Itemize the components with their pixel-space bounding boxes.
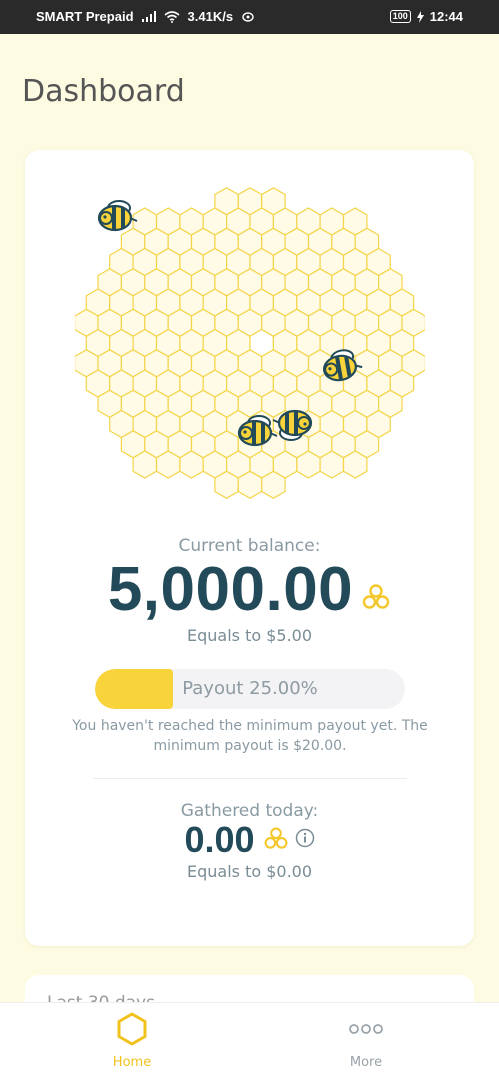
nav-item-more[interactable]: More [306, 1003, 426, 1081]
nav-label-home: Home [112, 1055, 152, 1070]
battery-icon: 100 [389, 10, 411, 23]
hive-cell [237, 470, 263, 499]
honeycomb-icon [361, 584, 391, 614]
hexagon-home-icon [116, 1011, 148, 1047]
notification-icon [241, 11, 255, 22]
bee-icon [97, 200, 138, 232]
nav-item-home[interactable]: Home [72, 1003, 192, 1081]
balance-row: 5,000.00 [25, 550, 474, 630]
payout-progress-label: Payout 25.00% [182, 678, 318, 699]
info-icon[interactable] [295, 828, 315, 852]
balance-usd: Equals to $5.00 [186, 626, 313, 645]
bottom-nav: Home More [0, 1002, 499, 1081]
gathered-usd: Equals to $0.00 [186, 862, 313, 881]
status-right: 100 12:44 [389, 9, 463, 24]
gathered-row: 0.00 [25, 818, 474, 862]
status-bar: SMART Prepaid 3.41K/s 100 12:44 [0, 0, 499, 34]
clock: 12:44 [429, 9, 463, 24]
charging-icon [416, 10, 424, 23]
status-left: SMART Prepaid 3.41K/s [36, 9, 255, 24]
signal-icon [141, 11, 156, 22]
carrier-name: SMART Prepaid [36, 9, 134, 24]
balance-value: 5,000.00 [107, 555, 354, 624]
hive-illustration [75, 187, 425, 499]
balance-card: Current balance: 5,000.00 Equals to $5.0… [25, 150, 474, 946]
hive-cell [214, 470, 239, 499]
divider [93, 778, 407, 779]
network-speed: 3.41K/s [187, 9, 234, 24]
hive-cell [261, 470, 286, 499]
wifi-icon [163, 10, 180, 23]
page-title: Dashboard [22, 74, 185, 109]
gathered-value: 0.00 [184, 819, 255, 860]
nav-label-more: More [349, 1055, 383, 1070]
payout-note: You haven't reached the minimum payout y… [72, 718, 428, 754]
payout-progress-bar: Payout 25.00% [95, 669, 405, 709]
honeycomb-icon [263, 826, 289, 854]
three-dots-icon [348, 1011, 384, 1047]
